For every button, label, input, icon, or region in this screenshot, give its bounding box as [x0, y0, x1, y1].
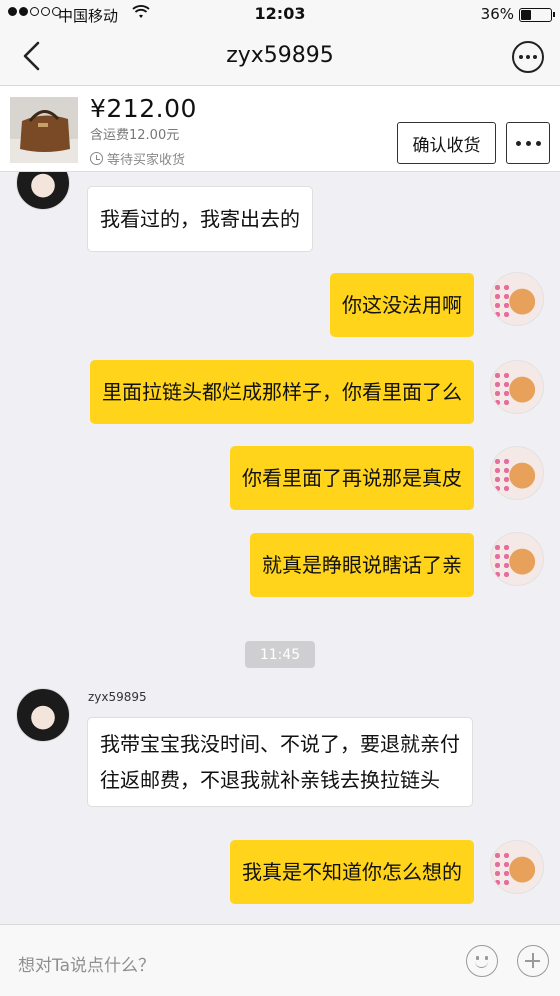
message-bubble-incoming: 我看过的，我寄出去的: [87, 186, 313, 252]
order-status: 等待买家收货: [90, 149, 185, 168]
clock-time: 12:03: [254, 4, 306, 23]
message-bubble-outgoing: 我真是不知道你怎么想的: [230, 840, 474, 904]
avatar[interactable]: [490, 840, 544, 894]
shipping-fee: 含运费12.00元: [90, 128, 180, 143]
avatar[interactable]: [490, 532, 544, 586]
avatar[interactable]: [16, 688, 70, 742]
battery-percent: 36%: [480, 5, 514, 23]
avatar[interactable]: [490, 272, 544, 326]
status-bar: 中国移动 12:03 36%: [0, 0, 560, 28]
message-input-bar: 想对Ta说点什么？: [0, 924, 560, 996]
order-status-text: 等待买家收货: [107, 153, 186, 168]
message-bubble-outgoing: 里面拉链头都烂成那样子，你看里面了么: [90, 360, 474, 424]
more-options-icon[interactable]: [512, 41, 544, 73]
message-bubble-outgoing: 就真是睁眼说瞎话了亲: [250, 533, 474, 597]
message-bubble-outgoing: 你看里面了再说那是真皮: [230, 446, 474, 510]
chat-title: zyx59895: [226, 43, 334, 68]
message-input[interactable]: 想对Ta说点什么？: [18, 951, 155, 976]
order-more-button[interactable]: [506, 122, 550, 164]
message-line: 往返邮费，不退我就补亲钱去换拉链头: [100, 768, 440, 792]
clock-icon: [90, 152, 103, 165]
product-thumbnail[interactable]: [10, 97, 78, 163]
product-bar: ¥212.00 含运费12.00元 等待买家收货 确认收货: [0, 86, 560, 172]
confirm-receipt-button[interactable]: 确认收货: [397, 122, 496, 164]
timestamp-divider: 11:45: [245, 641, 315, 668]
chat-area[interactable]: 我看过的，我寄出去的 你这没法用啊 里面拉链头都烂成那样子，你看里面了么 你看里…: [0, 172, 560, 924]
avatar[interactable]: [16, 172, 70, 210]
avatar[interactable]: [490, 360, 544, 414]
message-bubble-outgoing: 你这没法用啊: [330, 273, 474, 337]
emoji-icon[interactable]: [466, 945, 498, 977]
battery-icon: [519, 8, 555, 22]
avatar[interactable]: [490, 446, 544, 500]
sender-name: zyx59895: [88, 690, 147, 704]
product-price: ¥212.00: [90, 94, 197, 123]
nav-bar: zyx59895: [0, 28, 560, 86]
plus-icon[interactable]: [517, 945, 549, 977]
message-bubble-incoming: 我带宝宝我没时间、不说了，要退就亲付 往返邮费，不退我就补亲钱去换拉链头: [87, 717, 473, 807]
message-line: 我带宝宝我没时间、不说了，要退就亲付: [100, 732, 460, 756]
